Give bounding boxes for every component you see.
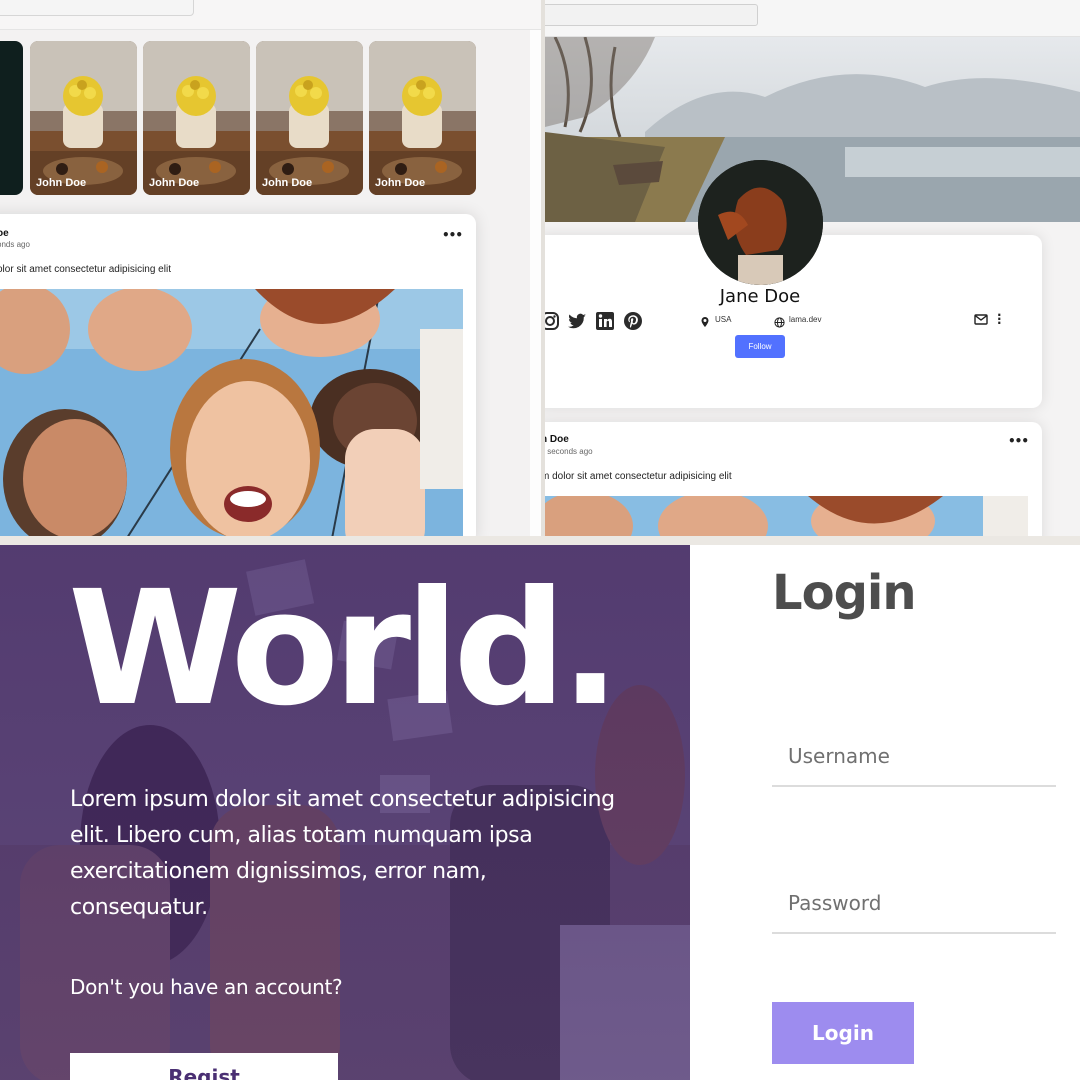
post-image: [0, 289, 463, 536]
location-pin-icon: [701, 317, 709, 327]
post-timestamp: v seconds ago: [545, 447, 593, 456]
post-timestamp: onds ago: [0, 240, 30, 249]
profile-website[interactable]: lama.dev: [789, 315, 821, 324]
login-button[interactable]: Login: [772, 1002, 914, 1064]
twitter-icon[interactable]: [567, 311, 587, 331]
story-image: [143, 41, 250, 195]
story-author: John Doe: [375, 177, 426, 189]
panel-divider: [0, 536, 1080, 545]
post-image: [545, 496, 1028, 536]
register-button[interactable]: Regist: [70, 1053, 338, 1080]
hero-headline: World.: [68, 557, 620, 741]
avatar[interactable]: [698, 160, 823, 285]
story-card[interactable]: John Doe: [143, 41, 250, 195]
story-author: John Doe: [149, 177, 200, 189]
story-card[interactable]: John Doe: [30, 41, 137, 195]
story-card[interactable]: John Doe: [256, 41, 363, 195]
post-author[interactable]: n Doe: [545, 434, 569, 445]
search-input[interactable]: [545, 4, 758, 26]
linkedin-icon[interactable]: [595, 311, 615, 331]
post-author[interactable]: oe: [0, 228, 9, 239]
password-input[interactable]: [772, 874, 1056, 934]
globe-icon: [774, 317, 785, 328]
more-horizontal-icon[interactable]: •••: [1008, 434, 1029, 448]
follow-button[interactable]: Follow: [735, 335, 785, 358]
profile-top-bar: [545, 0, 1080, 37]
search-input[interactable]: [0, 0, 194, 16]
more-horizontal-icon[interactable]: •••: [442, 228, 463, 242]
hero-description: Lorem ipsum dolor sit amet consectetur a…: [70, 787, 615, 920]
profile-name: Jane Doe: [719, 286, 801, 307]
login-title: Login: [772, 565, 917, 621]
story-image: [30, 41, 137, 195]
more-vertical-icon[interactable]: · · ·: [997, 309, 1002, 329]
login-form: Login Login: [690, 545, 1080, 1080]
story-card-partial[interactable]: [0, 41, 23, 195]
story-author: John Doe: [36, 177, 87, 189]
profile-screenshot: Jane Doe USA lama.dev Follow ··· n Doe v…: [545, 0, 1080, 536]
instagram-icon[interactable]: [545, 311, 560, 331]
post-text: olor sit amet consectetur adipisicing el…: [0, 264, 171, 275]
story-image: [369, 41, 476, 195]
post-text: m dolor sit amet consectetur adipisicing…: [545, 471, 732, 482]
post-card: n Doe v seconds ago ••• m dolor sit amet…: [545, 422, 1042, 536]
hero-headline-clipped: [80, 545, 480, 549]
pinterest-icon[interactable]: [623, 311, 643, 331]
right-sidebar-edge: [530, 30, 541, 536]
profile-location: USA: [715, 315, 732, 324]
register-hero: World. Lorem ipsum dolor sit amet consec…: [0, 545, 690, 1080]
post-card: oe onds ago ••• olor sit amet consectetu…: [0, 214, 476, 536]
mail-icon[interactable]: [974, 314, 988, 325]
username-input[interactable]: [772, 727, 1056, 787]
feed-screenshot: John Doe John Doe John Doe John Doe oe o…: [0, 0, 541, 536]
register-prompt: Don't you have an account?: [70, 975, 343, 999]
story-author: John Doe: [262, 177, 313, 189]
story-card[interactable]: John Doe: [369, 41, 476, 195]
story-image: [256, 41, 363, 195]
avatar-image: [698, 160, 823, 285]
feed-top-bar: [0, 0, 541, 30]
